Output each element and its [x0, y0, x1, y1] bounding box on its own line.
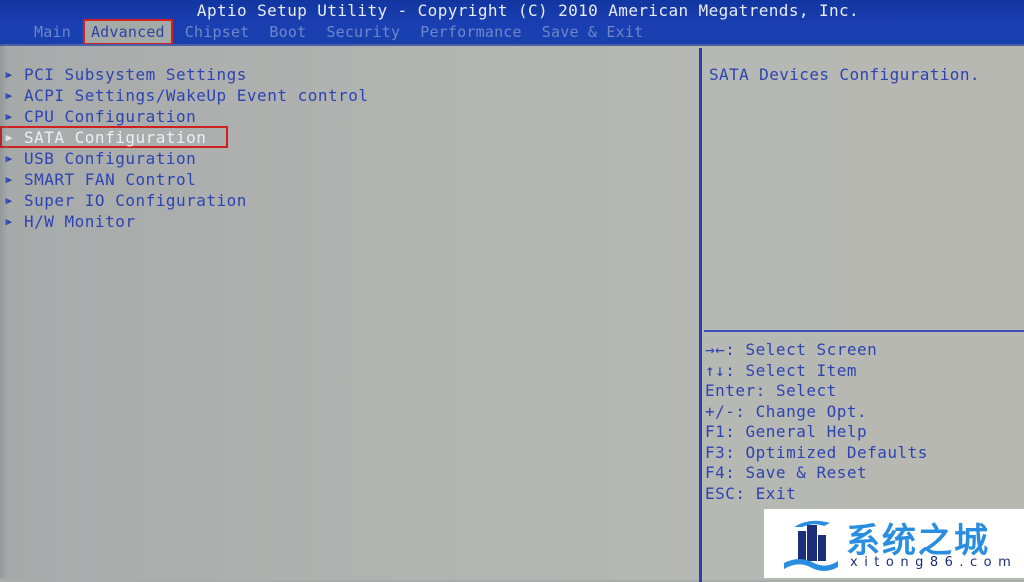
key-hint-select-screen: →←: Select Screen	[705, 340, 928, 361]
key-hint-optimized-defaults: F3: Optimized Defaults	[705, 443, 928, 464]
help-description: SATA Devices Configuration.	[709, 65, 980, 84]
key-action: : Optimized Defaults	[725, 442, 928, 462]
menu-item-label: CPU Configuration	[24, 107, 197, 126]
tab-save-exit[interactable]: Save & Exit	[536, 21, 650, 43]
app-title: Aptio Setup Utility - Copyright (C) 2010…	[196, 1, 860, 20]
key-action: : Change Opt.	[735, 401, 868, 421]
city-logo-icon	[784, 520, 838, 571]
key-hint-change-opt: +/-: Change Opt.	[705, 402, 928, 423]
menu-list: ▶ PCI Subsystem Settings ▶ ACPI Settings…	[0, 64, 698, 232]
watermark-url: xitong86.com	[850, 555, 1018, 570]
key-legend: →←: Select Screen ↑↓: Select Item Enter:…	[705, 340, 928, 504]
tab-advanced[interactable]: Advanced	[82, 19, 173, 45]
tab-security[interactable]: Security	[320, 21, 406, 43]
main-area: ▶ PCI Subsystem Settings ▶ ACPI Settings…	[0, 44, 1024, 582]
menu-item-label: SATA Configuration	[24, 128, 207, 147]
key-action: : Exit	[735, 483, 797, 503]
menu-item-label: H/W Monitor	[24, 212, 136, 231]
key-action: : Select	[755, 381, 837, 400]
tab-chipset[interactable]: Chipset	[179, 21, 256, 43]
key-hint-select-item: ↑↓: Select Item	[705, 361, 928, 382]
key-name: F3	[705, 442, 726, 462]
menu-item-label: ACPI Settings/WakeUp Event control	[24, 86, 369, 105]
menu-item-sata-configuration[interactable]: ▶ SATA Configuration	[0, 126, 698, 148]
screen-bezel-shadow	[0, 44, 8, 578]
menu-item-pci-subsystem[interactable]: ▶ PCI Subsystem Settings	[0, 64, 698, 85]
watermark: 系统之城 xitong86.com	[764, 509, 1024, 578]
horizontal-divider	[704, 330, 1024, 332]
menu-item-cpu-configuration[interactable]: ▶ CPU Configuration	[0, 106, 698, 127]
menu-item-label: USB Configuration	[24, 149, 197, 168]
tab-performance[interactable]: Performance	[414, 21, 528, 43]
up-down-arrows-icon: ↑↓	[705, 360, 726, 380]
title-bar: Aptio Setup Utility - Copyright (C) 2010…	[0, 0, 1024, 45]
menu-item-acpi-settings[interactable]: ▶ ACPI Settings/WakeUp Event control	[0, 85, 698, 106]
key-name: ESC	[705, 483, 736, 503]
menu-item-smart-fan-control[interactable]: ▶ SMART FAN Control	[0, 169, 698, 190]
menu-item-usb-configuration[interactable]: ▶ USB Configuration	[0, 148, 698, 169]
menu-item-label: SMART FAN Control	[24, 170, 197, 189]
menu-item-super-io-configuration[interactable]: ▶ Super IO Configuration	[0, 190, 698, 211]
key-hint-save-reset: F4: Save & Reset	[705, 463, 928, 484]
key-action: : Select Item	[725, 360, 857, 380]
help-panel: SATA Devices Configuration. →←: Select S…	[702, 46, 1024, 580]
tab-boot[interactable]: Boot	[263, 21, 312, 43]
tab-main[interactable]: Main	[28, 21, 77, 43]
key-name: F4	[705, 463, 726, 482]
menu-item-hw-monitor[interactable]: ▶ H/W Monitor	[0, 211, 698, 232]
key-action: : Save & Reset	[725, 463, 868, 482]
key-hint-exit: ESC: Exit	[705, 484, 928, 505]
left-right-arrows-icon: →←	[705, 340, 726, 359]
key-name: Enter	[705, 381, 756, 400]
key-hint-enter: Enter: Select	[705, 381, 928, 402]
key-hint-general-help: F1: General Help	[705, 422, 928, 443]
key-name: F1	[705, 422, 726, 441]
menu-item-label: Super IO Configuration	[24, 191, 247, 210]
key-action: : General Help	[725, 422, 868, 441]
key-name: +/-	[705, 401, 736, 421]
tab-bar: Main Advanced Chipset Boot Security Perf…	[28, 19, 657, 45]
menu-item-label: PCI Subsystem Settings	[24, 65, 247, 84]
key-action: : Select Screen	[725, 340, 878, 359]
